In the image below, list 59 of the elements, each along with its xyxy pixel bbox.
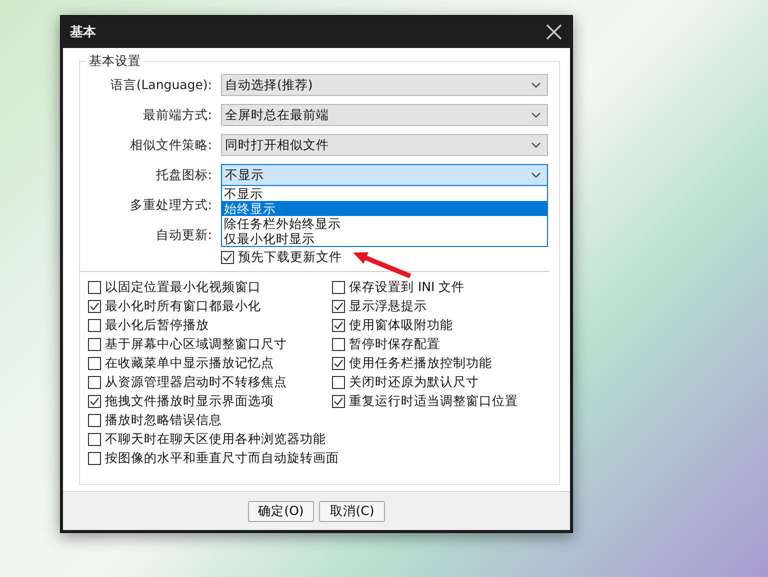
checkbox[interactable] <box>88 376 101 389</box>
checkbox-label: 预先下载更新文件 <box>238 249 342 266</box>
field-label: 相似文件策略: <box>128 136 212 154</box>
checkbox[interactable] <box>88 319 101 332</box>
checkbox[interactable] <box>88 357 101 370</box>
checkbox[interactable] <box>332 300 345 313</box>
checkbox[interactable] <box>332 281 345 294</box>
checkbox-label: 暂停时保存配置 <box>349 336 440 353</box>
checkbox-label: 以固定位置最小化视频窗口 <box>105 279 261 296</box>
arrow-annotation <box>353 252 412 278</box>
chevron-down-icon <box>531 82 541 88</box>
checkbox-label: 基于屏幕中心区域调整窗口尺寸 <box>105 336 287 353</box>
field-label: 自动更新: <box>154 226 212 244</box>
checkbox-label: 在收藏菜单中显示播放记忆点 <box>105 355 274 372</box>
chevron-down-icon <box>531 112 541 118</box>
dropdown-select[interactable]: 全屏时总在最前端 <box>221 104 548 126</box>
checkbox[interactable] <box>332 319 345 332</box>
field-label: 最前端方式: <box>142 106 212 124</box>
dropdown-option[interactable]: 始终显示 <box>222 201 547 216</box>
dropdown-select[interactable]: 自动选择(推荐) <box>221 74 548 96</box>
checkbox-label: 关闭时还原为默认尺寸 <box>349 374 479 391</box>
checkbox-label: 重复运行时适当调整窗口位置 <box>349 393 518 410</box>
dropdown-select[interactable]: 同时打开相似文件 <box>221 134 548 156</box>
checkbox[interactable] <box>332 357 345 370</box>
checkbox[interactable] <box>88 281 101 294</box>
checkbox-label: 不聊天时在聊天区使用各种浏览器功能 <box>105 431 326 448</box>
field-label: 托盘图标: <box>154 166 212 184</box>
dropdown-select[interactable]: 不显示 <box>221 164 548 186</box>
checkbox-label: 使用任务栏播放控制功能 <box>349 355 492 372</box>
close-icon[interactable] <box>544 22 564 42</box>
checkbox-label: 播放时忽略错误信息 <box>105 412 222 429</box>
checkbox[interactable] <box>88 414 101 427</box>
checkbox[interactable] <box>88 452 101 465</box>
checkbox-label: 使用窗体吸附功能 <box>349 317 453 334</box>
dropdown-option[interactable]: 除任务栏外始终显示 <box>222 216 547 231</box>
checkbox-label: 按图像的水平和垂直尺寸而自动旋转画面 <box>105 450 339 467</box>
checkbox[interactable] <box>332 376 345 389</box>
window-title: 基本 <box>70 24 96 41</box>
checkbox[interactable] <box>332 338 345 351</box>
checkbox-label: 显示浮悬提示 <box>349 298 427 315</box>
dialog-button[interactable]: 确定(O) <box>248 500 314 522</box>
checkbox[interactable] <box>88 338 101 351</box>
chevron-down-icon <box>531 172 541 178</box>
checkbox[interactable] <box>88 300 101 313</box>
checkbox-label: 最小化时所有窗口都最小化 <box>105 298 261 315</box>
dialog-button[interactable]: 取消(C) <box>319 500 385 522</box>
checkbox[interactable] <box>332 395 345 408</box>
dropdown-option[interactable]: 仅最小化时显示 <box>222 231 547 246</box>
checkbox[interactable] <box>88 433 101 446</box>
dropdown-option[interactable]: 不显示 <box>222 186 547 201</box>
checkbox-label: 最小化后暂停播放 <box>105 317 209 334</box>
field-label: 语言(Language): <box>109 76 212 94</box>
checkbox-label: 拖拽文件播放时显示界面选项 <box>105 393 274 410</box>
checkbox[interactable] <box>88 395 101 408</box>
chevron-down-icon <box>531 142 541 148</box>
checkbox-label: 保存设置到 INI 文件 <box>349 279 465 296</box>
checkbox-label: 从资源管理器启动时不转移焦点 <box>105 374 287 391</box>
field-label: 多重处理方式: <box>128 196 212 214</box>
checkbox[interactable] <box>221 251 234 264</box>
